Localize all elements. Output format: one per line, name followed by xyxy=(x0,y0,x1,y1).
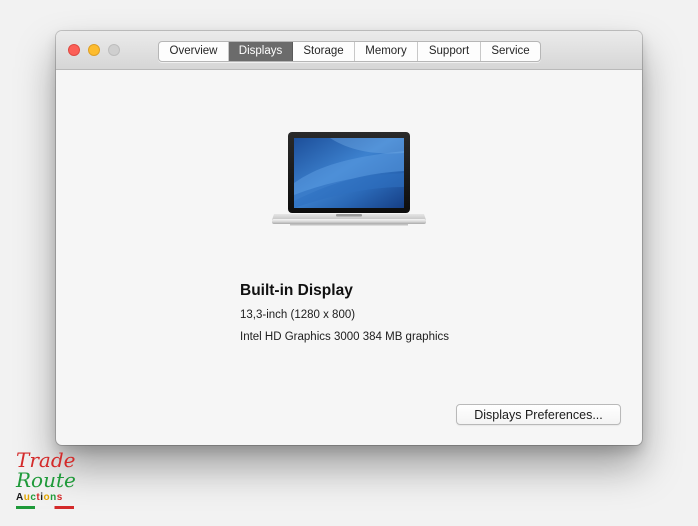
trade-route-auctions-logo: Trade Route Auctions xyxy=(16,450,80,510)
display-graphics: Intel HD Graphics 3000 384 MB graphics xyxy=(240,331,450,343)
tab-overview[interactable]: Overview xyxy=(159,42,229,61)
tab-support[interactable]: Support xyxy=(418,42,481,61)
display-info: Built-in Display 13,3-inch (1280 x 800) … xyxy=(240,281,449,348)
display-title: Built-in Display xyxy=(240,282,353,299)
tab-bar: Overview Displays Storage Memory Support… xyxy=(158,41,541,62)
displays-preferences-button[interactable]: Displays Preferences... xyxy=(456,404,621,425)
tab-service[interactable]: Service xyxy=(481,42,540,61)
title-bar: Overview Displays Storage Memory Support… xyxy=(56,31,642,70)
tab-storage[interactable]: Storage xyxy=(293,42,355,61)
tab-displays[interactable]: Displays xyxy=(229,42,293,61)
about-this-mac-window: Overview Displays Storage Memory Support… xyxy=(56,31,642,445)
logo-line-route: Route xyxy=(16,468,76,492)
logo-line-trade: Trade xyxy=(16,448,76,472)
logo-flag-bar xyxy=(16,506,74,509)
display-size: 13,3-inch (1280 x 800) xyxy=(240,309,356,321)
logo-line-auctions: Auctions xyxy=(16,492,63,503)
laptop-icon xyxy=(270,131,428,228)
tab-memory[interactable]: Memory xyxy=(355,42,418,61)
zoom-button[interactable] xyxy=(108,44,120,56)
close-button[interactable] xyxy=(68,44,80,56)
minimize-button[interactable] xyxy=(88,44,100,56)
